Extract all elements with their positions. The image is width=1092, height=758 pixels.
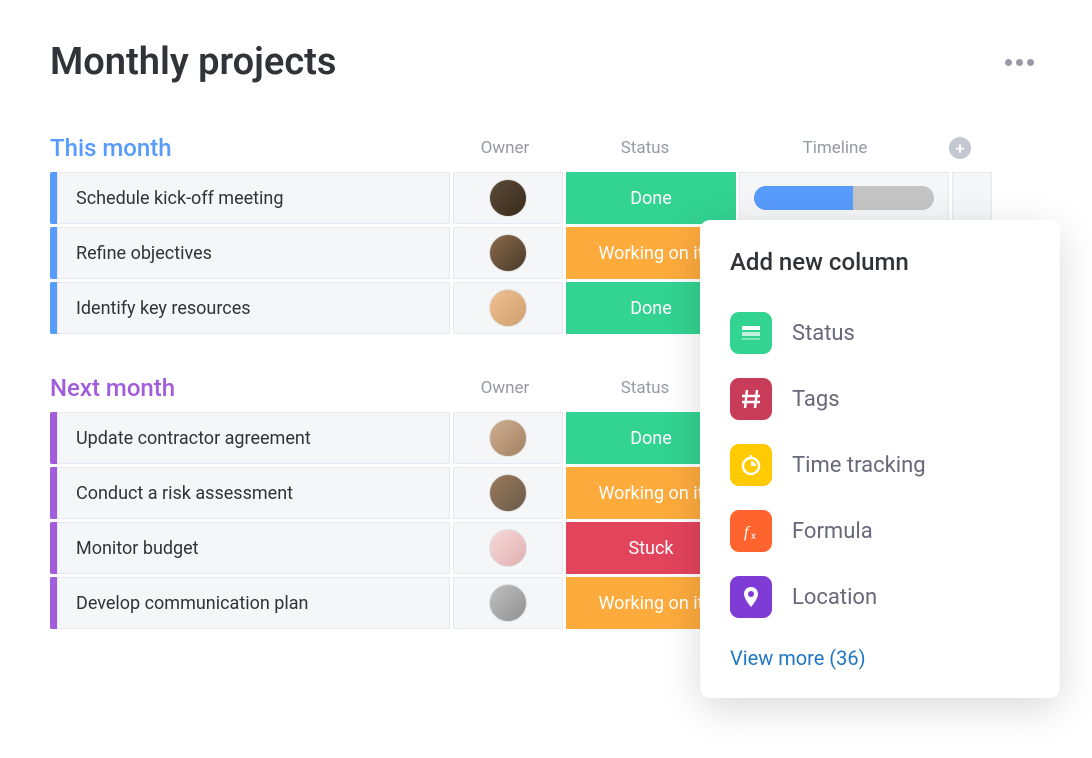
row-stripe (50, 467, 57, 519)
svg-text:x: x (751, 531, 756, 542)
row-owner-cell[interactable] (453, 172, 563, 224)
row-timeline-cell[interactable] (739, 172, 949, 224)
row-owner-cell[interactable] (453, 227, 563, 279)
row-stripe (50, 577, 57, 629)
avatar (489, 474, 527, 512)
row-stripe (50, 282, 57, 334)
column-type-time-tracking[interactable]: Time tracking (730, 432, 1030, 498)
row-stripe (50, 172, 57, 224)
column-type-label: Status (792, 321, 855, 346)
group-title[interactable]: Next month (50, 374, 450, 402)
column-header-status[interactable]: Status (560, 138, 730, 158)
row-name-cell[interactable]: Monitor budget (57, 522, 450, 574)
row-name-cell[interactable]: Identify key resources (57, 282, 450, 334)
add-column-container: + (940, 137, 980, 159)
row-owner-cell[interactable] (453, 522, 563, 574)
column-type-location[interactable]: Location (730, 564, 1030, 630)
avatar (489, 584, 527, 622)
column-type-status[interactable]: Status (730, 300, 1030, 366)
row-stripe (50, 412, 57, 464)
group-header: This month Owner Status Timeline + (50, 134, 1042, 162)
row-owner-cell[interactable] (453, 467, 563, 519)
row-status-cell[interactable]: Done (566, 172, 736, 224)
row-owner-cell[interactable] (453, 282, 563, 334)
column-type-tags[interactable]: Tags (730, 366, 1030, 432)
status-icon (730, 312, 772, 354)
avatar (489, 529, 527, 567)
column-type-label: Formula (792, 519, 873, 544)
stopwatch-icon (730, 444, 772, 486)
add-column-icon[interactable]: + (949, 137, 971, 159)
row-name-cell[interactable]: Update contractor agreement (57, 412, 450, 464)
avatar (489, 234, 527, 272)
row-name-cell[interactable]: Refine objectives (57, 227, 450, 279)
column-header-owner[interactable]: Owner (450, 378, 560, 398)
column-header-owner[interactable]: Owner (450, 138, 560, 158)
row-name-cell[interactable]: Conduct a risk assessment (57, 467, 450, 519)
row-name-cell[interactable]: Schedule kick-off meeting (57, 172, 450, 224)
hashtag-icon (730, 378, 772, 420)
group-title[interactable]: This month (50, 134, 450, 162)
column-type-label: Time tracking (792, 453, 926, 478)
avatar (489, 289, 527, 327)
row-name-cell[interactable]: Develop communication plan (57, 577, 450, 629)
view-more-link[interactable]: View more (36) (730, 646, 1030, 670)
avatar (489, 419, 527, 457)
more-options-icon[interactable] (997, 51, 1042, 74)
avatar (489, 179, 527, 217)
column-type-label: Tags (792, 387, 840, 412)
board-title: Monthly projects (50, 40, 336, 84)
svg-text:f: f (744, 524, 751, 541)
timeline-bar (754, 186, 934, 210)
row-owner-cell[interactable] (453, 577, 563, 629)
column-type-label: Location (792, 585, 877, 610)
board-header: Monthly projects (50, 40, 1042, 84)
row-add-cell (952, 172, 992, 224)
popup-title: Add new column (730, 248, 1030, 276)
timeline-fill (754, 186, 853, 210)
row-stripe (50, 227, 57, 279)
column-type-formula[interactable]: fx Formula (730, 498, 1030, 564)
column-header-timeline[interactable]: Timeline (730, 138, 940, 158)
add-column-popup: Add new column Status Tags Time tracking… (700, 220, 1060, 698)
formula-icon: fx (730, 510, 772, 552)
row-stripe (50, 522, 57, 574)
location-pin-icon (730, 576, 772, 618)
table-row: Schedule kick-off meeting Done (50, 172, 1042, 224)
row-owner-cell[interactable] (453, 412, 563, 464)
